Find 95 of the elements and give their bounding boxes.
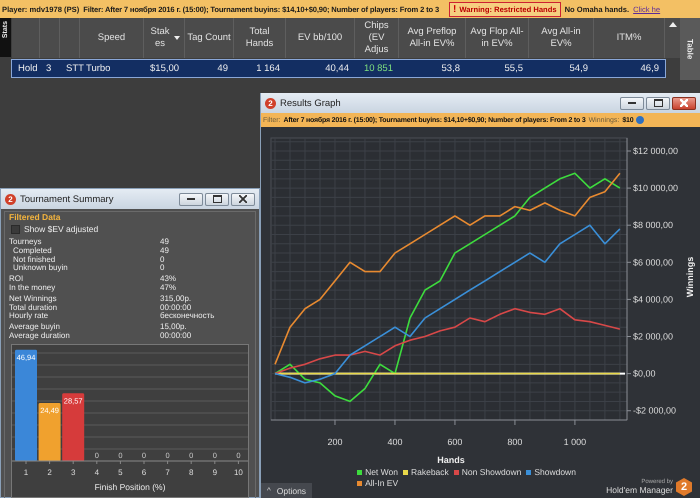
scrollbar[interactable] — [665, 18, 680, 58]
options-button[interactable]: ^ Options — [261, 483, 312, 498]
y-axis-title: Winnings — [685, 256, 695, 298]
minimize-button[interactable] — [620, 96, 644, 110]
category-label: 6 — [142, 468, 146, 477]
sort-caret-icon — [174, 36, 180, 40]
column-header[interactable]: Avg All-in EV% — [529, 18, 594, 58]
category-label: 9 — [212, 468, 218, 477]
brand-name: Hold'em Manager — [606, 485, 673, 495]
close-button[interactable] — [672, 96, 696, 110]
x-tick-label: 1 000 — [564, 437, 586, 447]
column-header[interactable]: Total Hands — [234, 18, 286, 58]
y-tick-label: $6 000,00 — [633, 257, 674, 268]
x-axis-title: Hands — [437, 455, 465, 465]
stat-label: In the money — [9, 284, 56, 293]
y-tick-label: $0,00 — [633, 368, 656, 379]
column-header[interactable]: EV bb/100 — [286, 18, 355, 58]
column-header[interactable]: Chips (EV Adjus — [355, 18, 399, 58]
column-header[interactable]: Stakes — [144, 18, 185, 58]
maximize-button[interactable] — [205, 192, 229, 206]
group-title: Filtered Data — [9, 212, 62, 222]
y-tick-label: $12 000,00 — [633, 146, 678, 156]
legend-item: Rakeback — [402, 467, 449, 477]
stat-value: 00:00:00 — [160, 332, 192, 341]
category-label: 10 — [234, 468, 243, 477]
legend-item: Non Showdown — [454, 467, 522, 477]
stat-label: Unknown buyin — [12, 264, 69, 274]
column-header[interactable]: Avg Flop All-in EV% — [466, 18, 529, 58]
stat-value: бесконечность — [160, 312, 214, 322]
table-row[interactable]: Hold 3 STT Turbo $15,00 49 1 164 40,44 10 851 53,8 55,5 54,9 46,9 — [12, 60, 665, 77]
stat-label: Hourly rate — [9, 312, 50, 322]
x-tick-label: 800 — [507, 437, 522, 447]
stat-label: ROI — [9, 275, 24, 284]
info-icon[interactable] — [636, 116, 644, 124]
x-axis-title: Finish Position (%) — [94, 482, 166, 492]
x-tick-label: 200 — [327, 437, 342, 447]
stat-value: 0 — [160, 256, 164, 264]
column-header[interactable]: Speed — [80, 18, 144, 58]
table-cell-text: 40,44 — [324, 63, 350, 74]
checkbox[interactable] — [11, 224, 20, 234]
category-label: 2 — [47, 468, 52, 477]
stat-value: 00:00:00 — [160, 304, 192, 312]
stat-label: Total duration — [9, 304, 58, 312]
stat-label: Net Winnings — [9, 294, 58, 304]
y-tick-label: $8 000,00 — [633, 220, 674, 230]
close-button[interactable] — [231, 192, 255, 206]
category-label: 5 — [118, 468, 123, 477]
warning-icon: ! — [453, 4, 456, 14]
legend-item: Showdown — [526, 467, 576, 477]
window-title: Results Graph — [280, 98, 342, 108]
category-label: 4 — [94, 468, 100, 477]
category-label: 7 — [165, 468, 170, 477]
sev-checkbox[interactable]: Show $EV adjusted — [11, 224, 251, 234]
table-cell-text: $15,00 — [149, 63, 180, 74]
legend-item: Net Won — [357, 467, 398, 477]
stat-value: 49 — [160, 238, 169, 247]
table-cell-text: 55,5 — [504, 63, 524, 74]
app-icon: 2 — [265, 98, 276, 108]
stat-label: Completed — [13, 246, 53, 256]
table-cell-text: 53,8 — [440, 63, 461, 74]
stat-value: 43% — [160, 275, 176, 284]
column-header[interactable]: Tag Count — [185, 18, 234, 58]
maximize-button[interactable] — [646, 96, 670, 110]
x-tick-label: 400 — [387, 437, 402, 447]
stat-label: Average duration — [9, 332, 71, 341]
table-cell-text: 54,9 — [568, 63, 589, 74]
y-tick-label: -$2 000,00 — [633, 406, 676, 416]
table-cell-text: 46,9 — [640, 63, 660, 74]
stat-value: 315,00р. — [160, 294, 192, 303]
x-tick-label: 600 — [447, 437, 462, 447]
y-tick-label: $10 000,00 — [633, 183, 678, 194]
y-tick-label: $4 000,00 — [633, 294, 674, 304]
column-header[interactable]: Avg Preflop All-in EV% — [399, 18, 466, 58]
hexagon-logo: 2 — [676, 478, 692, 496]
stat-value: 15,00р. — [160, 323, 187, 332]
category-label: 3 — [70, 468, 76, 477]
table-cell-text: 49 — [216, 63, 229, 74]
minimize-button[interactable] — [179, 192, 203, 206]
stat-label: Average buyin — [9, 323, 61, 332]
category-label: 1 — [24, 468, 28, 477]
stat-label: Tourneys — [9, 238, 42, 247]
table-cell-text: 3 — [45, 63, 52, 74]
table-cell-text: 10 851 — [362, 63, 394, 74]
stat-value: 0 — [160, 264, 164, 274]
window-title: Tournament Summary — [20, 194, 114, 204]
legend-item: All-In EV — [357, 478, 588, 488]
table-cell-text: Hold — [17, 63, 39, 74]
y-tick-label: $2 000,00 — [633, 332, 674, 342]
stat-value: 47% — [160, 284, 176, 293]
stat-label: Not finished — [12, 256, 56, 264]
stat-value: 49 — [160, 246, 169, 256]
app-icon: 2 — [5, 194, 16, 204]
category-label: 8 — [188, 468, 194, 477]
table-tab[interactable]: Table — [680, 18, 700, 80]
table-cell-text: 1 164 — [255, 63, 281, 74]
